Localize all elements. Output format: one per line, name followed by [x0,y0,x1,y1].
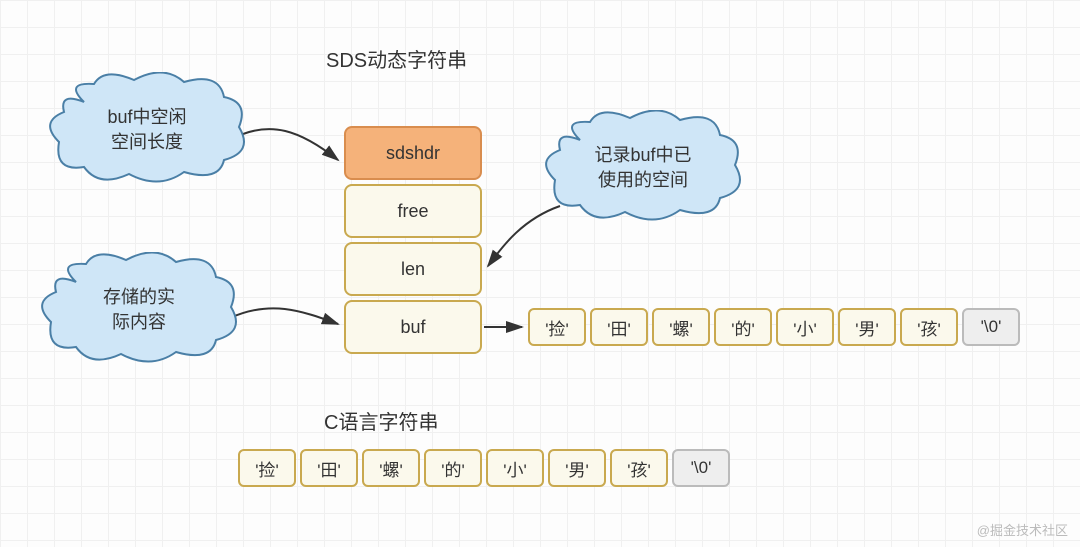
struct-free: free [344,184,482,238]
c-char: '的' [424,449,482,487]
sds-char-null: '\0' [962,308,1020,346]
c-char: '捡' [238,449,296,487]
watermark: @掘金技术社区 [977,520,1068,539]
c-char: '男' [548,449,606,487]
c-char: '孩' [610,449,668,487]
struct-len: len [344,242,482,296]
title-c: C语言字符串 [324,406,438,435]
c-char: '田' [300,449,358,487]
sds-char: '田' [590,308,648,346]
c-char: '小' [486,449,544,487]
sds-char-row: '捡' '田' '螺' '的' '小' '男' '孩' '\0' [528,308,1024,346]
sds-char: '孩' [900,308,958,346]
c-char-null: '\0' [672,449,730,487]
sds-char: '螺' [652,308,710,346]
sds-char: '男' [838,308,896,346]
struct-buf: buf [344,300,482,354]
cloud-len: 记录buf中已 使用的空间 [558,128,728,208]
cloud-buf-text: 存储的实 际内容 [97,285,181,335]
cloud-free: buf中空闲 空间长度 [62,90,232,170]
cloud-buf: 存储的实 际内容 [54,270,224,350]
struct-header: sdshdr [344,126,482,180]
cloud-free-text: buf中空闲 空间长度 [101,105,192,155]
sds-char: '的' [714,308,772,346]
sds-char: '小' [776,308,834,346]
sds-char: '捡' [528,308,586,346]
title-sds: SDS动态字符串 [326,44,467,73]
c-char-row: '捡' '田' '螺' '的' '小' '男' '孩' '\0' [238,449,734,487]
c-char: '螺' [362,449,420,487]
cloud-len-text: 记录buf中已 使用的空间 [588,143,697,193]
